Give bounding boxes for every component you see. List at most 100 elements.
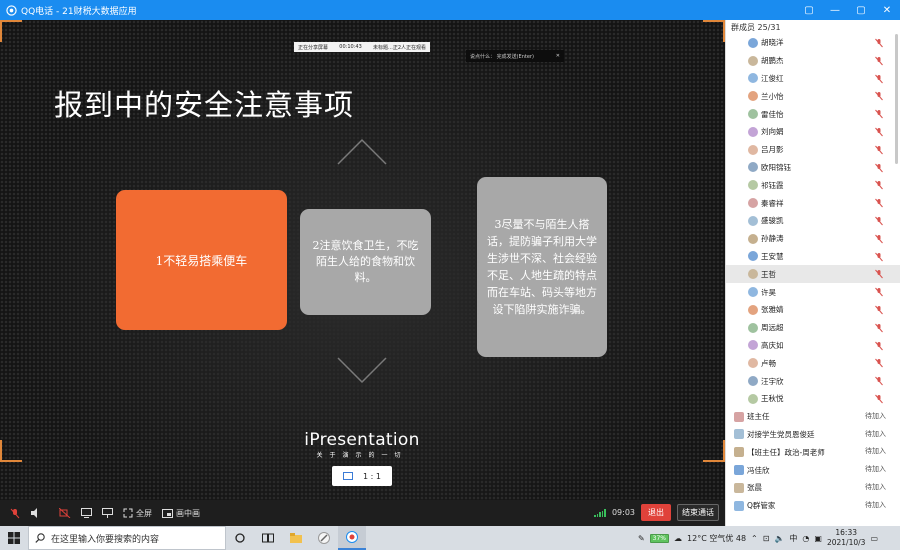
share-screen-button[interactable]	[81, 508, 92, 518]
mic-muted-icon	[875, 198, 883, 208]
member-avatar	[748, 55, 758, 66]
member-row[interactable]: 王哲	[726, 265, 900, 284]
member-row[interactable]: 班主任 待加入	[726, 408, 900, 426]
member-name: 卢畅	[761, 358, 776, 368]
member-name: 刘向娟	[761, 127, 784, 137]
member-name: 祁钰霞	[761, 180, 784, 190]
member-name: 周远超	[761, 323, 784, 333]
taskbar-clock[interactable]: 16:33 2021/10/3	[827, 528, 865, 548]
member-row[interactable]: 张雅婧	[726, 301, 900, 319]
member-row[interactable]: 周远超	[726, 319, 900, 337]
exit-button[interactable]: 退出	[641, 504, 671, 521]
brand-name: iPresentation	[304, 430, 420, 450]
volume-icon[interactable]: 🔈	[774, 534, 784, 543]
member-row[interactable]: 雷佳怡	[726, 105, 900, 123]
clock-date: 2021/10/3	[826, 538, 866, 547]
member-panel: 群成员 25/31 胡晓洋 胡鹏杰 江俊红 兰小怡 雷佳怡 刘向娟 吕月影 欧阳锦钰 祁钰霞 秦睿…	[725, 20, 900, 526]
end-call-button[interactable]: 结束通话	[677, 504, 719, 521]
member-row[interactable]: 对接学生党员恩俊廷 待加入	[726, 426, 900, 444]
mic-muted-icon	[875, 376, 883, 386]
mic-muted-icon	[875, 38, 883, 48]
file-explorer-icon[interactable]	[282, 526, 310, 550]
task-view-icon[interactable]	[254, 526, 282, 550]
cortana-icon[interactable]	[226, 526, 254, 550]
member-row[interactable]: 王秋悦	[726, 390, 900, 408]
member-row[interactable]: 【班主任】政治-周老师 待加入	[726, 443, 900, 461]
member-pending-avatar-icon	[734, 429, 744, 440]
screen-icon	[343, 472, 354, 480]
member-name: 班主任	[747, 412, 770, 422]
battery-indicator[interactable]: 37%	[649, 533, 670, 543]
notification-icon[interactable]: ▭	[870, 534, 878, 543]
maximize-button[interactable]: ▢	[848, 0, 874, 20]
member-name: Q群管家	[747, 501, 776, 511]
member-scrollbar[interactable]	[895, 34, 898, 164]
zoom-ratio-control[interactable]: 1 : 1	[332, 466, 392, 486]
member-list[interactable]: 胡晓洋 胡鹏杰 江俊红 兰小怡 雷佳怡刘向娟吕月影 欧阳锦钰祁钰霞秦睿祥 盛骏凯 孙静涛 王安慧…	[726, 34, 900, 515]
window-titlebar: QQ电话 - 21财税大数据应用 ▢ — ▢ ✕	[0, 0, 900, 20]
member-row[interactable]: 欧阳锦钰	[726, 159, 900, 177]
member-row[interactable]: 孙静涛	[726, 230, 900, 248]
slide-card-text: 3尽量不与陌生人搭话，提防骗子利用大学生涉世不深、社会经验不足、人地生疏的特点而…	[487, 218, 597, 316]
search-icon	[35, 533, 45, 543]
member-row[interactable]: 秦睿祥	[726, 194, 900, 212]
picture-in-picture-button[interactable]: 画中画	[162, 508, 200, 519]
weather-text[interactable]: 12°C 空气优 48	[687, 533, 746, 544]
member-row[interactable]: 吕月影	[726, 141, 900, 159]
minimize-button[interactable]: —	[822, 0, 848, 20]
tray-app-icon[interactable]: ▣	[814, 534, 822, 543]
member-avatar	[748, 340, 758, 351]
member-row[interactable]: 胡晓洋	[726, 34, 900, 52]
mic-muted-icon	[875, 56, 883, 66]
comment-input[interactable]: 说点什么： 完成发送(Enter) ✕	[466, 50, 564, 62]
member-row[interactable]: 刘向娟	[726, 123, 900, 141]
corner-bracket	[703, 440, 725, 462]
share-status-bar[interactable]: 正在分享屏幕 00:10:43 未标题...正2人正在观看	[294, 42, 430, 52]
member-avatar	[748, 304, 758, 315]
member-row[interactable]: 祁钰霞	[726, 176, 900, 194]
member-name: 张晨	[747, 483, 762, 493]
member-avatar	[748, 376, 758, 387]
presentation-icon	[102, 508, 113, 518]
chevron-up-icon	[337, 138, 387, 165]
speaker-icon	[31, 508, 37, 518]
speaker-button[interactable]	[30, 508, 41, 518]
member-avatar	[748, 109, 758, 120]
member-row[interactable]: 胡鹏杰	[726, 52, 900, 70]
member-avatar	[748, 322, 758, 333]
camera-off-button[interactable]	[59, 508, 71, 518]
start-button[interactable]	[0, 526, 28, 550]
ime-icon[interactable]: 中	[789, 533, 797, 544]
mic-muted-button[interactable]	[10, 508, 20, 519]
member-row[interactable]: 许昊	[726, 283, 900, 301]
mic-muted-icon	[875, 323, 883, 333]
mic-muted-icon	[875, 127, 883, 137]
tray-chevron-icon[interactable]: ⌃	[751, 534, 758, 543]
presentation-button[interactable]	[102, 508, 113, 518]
qq-taskbar-icon[interactable]	[338, 526, 366, 550]
member-avatar	[748, 393, 758, 404]
member-avatar	[748, 251, 758, 262]
fullscreen-button[interactable]: 全屏	[123, 508, 152, 519]
pen-icon[interactable]: ✎	[638, 534, 645, 543]
member-row[interactable]: 盛骏凯	[726, 212, 900, 230]
member-row[interactable]: Q群管家 待加入	[726, 497, 900, 515]
network-icon[interactable]: ⊡	[763, 534, 770, 543]
close-icon[interactable]: ✕	[556, 53, 560, 59]
member-row[interactable]: 江俊红	[726, 70, 900, 88]
member-row[interactable]: 兰小怡	[726, 87, 900, 105]
member-avatar	[748, 162, 758, 173]
browser-icon[interactable]	[310, 526, 338, 550]
member-row[interactable]: 张晨 待加入	[726, 479, 900, 497]
member-row[interactable]: 高庆如	[726, 337, 900, 355]
member-name: 张雅婧	[761, 305, 784, 315]
close-button[interactable]: ✕	[874, 0, 900, 20]
member-avatar	[748, 37, 758, 48]
member-row[interactable]: 王安慧	[726, 248, 900, 266]
taskbar-search-input[interactable]: 在这里输入你要搜索的内容	[28, 526, 226, 550]
member-row[interactable]: 卢畅	[726, 354, 900, 372]
member-row[interactable]: 冯佳欣 待加入	[726, 461, 900, 479]
antivirus-icon[interactable]: ◔	[802, 534, 809, 543]
restore-window-button[interactable]: ▢	[796, 0, 822, 20]
member-row[interactable]: 汪宇欣	[726, 372, 900, 390]
